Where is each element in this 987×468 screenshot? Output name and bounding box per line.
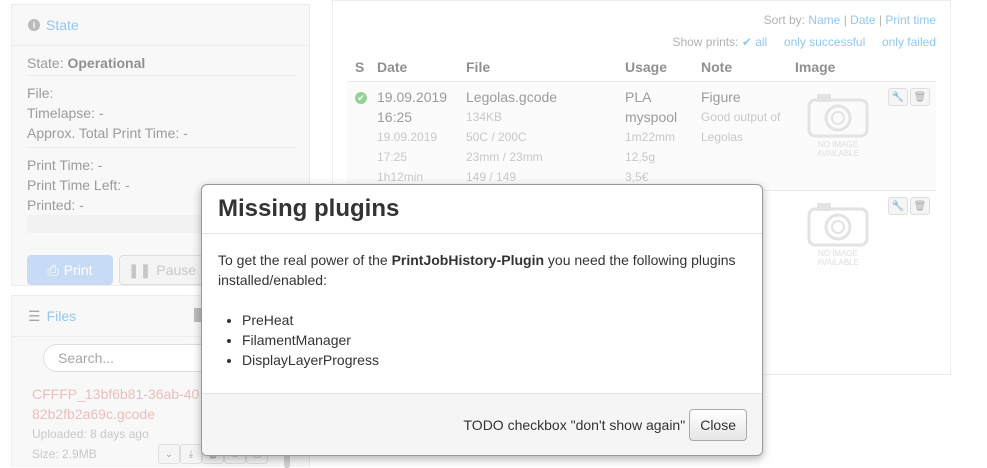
- list-item: FilamentManager: [242, 330, 746, 350]
- list-item: PreHeat: [242, 310, 746, 330]
- missing-plugins-dialog: Missing plugins To get the real power of…: [201, 184, 763, 456]
- plugin-list: PreHeat FilamentManager DisplayLayerProg…: [218, 310, 746, 370]
- plugin-name: PrintJobHistory-Plugin: [391, 252, 545, 268]
- dialog-footer: TODO checkbox "don't show again" Close: [202, 393, 762, 455]
- todo-text: TODO checkbox "don't show again": [463, 416, 686, 433]
- dialog-body: To get the real power of the PrintJobHis…: [202, 234, 762, 370]
- dialog-title: Missing plugins: [202, 185, 762, 234]
- dialog-intro: To get the real power of the PrintJobHis…: [218, 252, 736, 288]
- list-item: DisplayLayerProgress: [242, 350, 746, 370]
- close-button[interactable]: Close: [689, 408, 747, 441]
